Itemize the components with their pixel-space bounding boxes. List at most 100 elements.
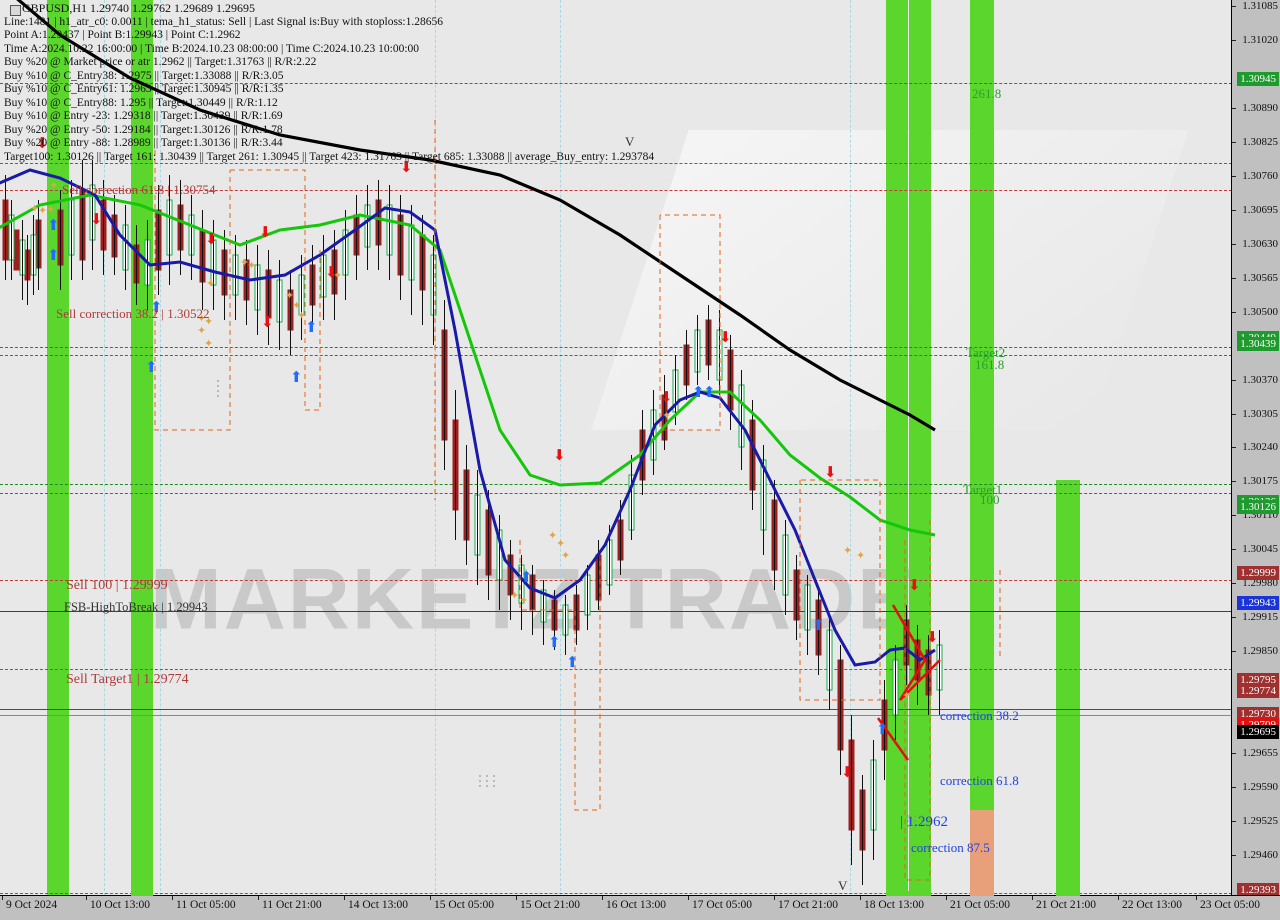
price-tick-label: 1.29590 bbox=[1242, 781, 1278, 794]
price-scale[interactable]: 1.31085 1.31020 1.30890 1.30825 1.30760 1.306… bbox=[1231, 0, 1280, 897]
chart-info-block: GBPUSD,H1 1.29740 1.29762 1.29689 1.2969… bbox=[4, 1, 654, 164]
price-tick-mark bbox=[1232, 277, 1236, 279]
sell-arrow-icon: ⬇ bbox=[841, 763, 854, 781]
price-tick-mark bbox=[1232, 107, 1236, 109]
price-tick-label: 1.29655 bbox=[1242, 747, 1278, 760]
price-tick-mark bbox=[1232, 39, 1236, 41]
sell-arrow-icon: ⬇ bbox=[90, 210, 103, 228]
time-tick-mark bbox=[860, 896, 861, 900]
price-tick-mark bbox=[1232, 447, 1236, 449]
time-tick-label: 10 Oct 13:00 bbox=[90, 899, 151, 911]
price-tick-mark bbox=[1232, 753, 1236, 755]
time-tick-mark bbox=[774, 896, 775, 900]
signal-star-icon: ✦ bbox=[662, 409, 672, 422]
signal-star-icon: ✦ bbox=[856, 549, 866, 562]
time-tick-mark bbox=[1118, 896, 1119, 900]
price-tick-label: 1.30240 bbox=[1242, 441, 1278, 454]
time-tick-mark bbox=[688, 896, 689, 900]
price-tick-label: 1.29850 bbox=[1242, 645, 1278, 658]
info-line: Point A:1.29437 | Point B:1.29943 | Poin… bbox=[4, 29, 241, 41]
time-tick-label: 22 Oct 13:00 bbox=[1122, 899, 1183, 911]
info-line: Buy %10 @ C_Entry61: 1.2963 || Target:1.… bbox=[4, 83, 284, 95]
buy-arrow-icon: ⬆ bbox=[812, 616, 825, 634]
info-line: Time A:2024.10.22 16:00:00 | Time B:2024… bbox=[4, 42, 420, 55]
time-tick-label: 21 Oct 21:00 bbox=[1036, 899, 1097, 911]
time-band bbox=[886, 891, 931, 896]
time-tick-mark bbox=[430, 896, 431, 900]
time-tick-label: 9 Oct 2024 bbox=[6, 899, 58, 911]
price-tick-mark bbox=[1232, 379, 1236, 381]
signal-star-icon: ✦ bbox=[206, 277, 216, 290]
annotation-correction-382: correction 38.2 bbox=[940, 708, 1019, 723]
price-tag[interactable]: 1.29695 bbox=[1237, 725, 1279, 740]
signal-star-icon: ✦ bbox=[197, 324, 207, 337]
price-tag[interactable]: 1.29774 bbox=[1237, 683, 1279, 698]
time-tick-mark bbox=[86, 896, 87, 900]
time-tick-label: 15 Oct 21:00 bbox=[520, 899, 581, 911]
signal-star-icon: ✦ bbox=[510, 589, 520, 602]
price-tick-mark bbox=[1232, 821, 1236, 823]
time-tick-mark bbox=[1196, 896, 1197, 900]
annotation-correction-618: correction 61.8 bbox=[940, 773, 1019, 788]
signal-star-icon: ✦ bbox=[902, 689, 912, 702]
price-tick-mark bbox=[1232, 515, 1236, 517]
marker-v-bottom: V bbox=[838, 878, 848, 893]
annotation-level-1618: 161.8 bbox=[975, 357, 1005, 372]
time-tick-label: 11 Oct 05:00 bbox=[176, 899, 236, 911]
buy-arrow-icon: ⬆ bbox=[47, 216, 60, 234]
price-tick-mark bbox=[1232, 617, 1236, 619]
time-band bbox=[131, 891, 153, 896]
annotation-level-2618: 261.8 bbox=[972, 86, 1002, 101]
price-tag[interactable]: 1.30126 bbox=[1237, 500, 1279, 515]
price-tick-mark bbox=[1232, 787, 1236, 789]
chart-window: MARKETZ TRADE ⬇ ⬆ ⬆ ⬇ ⬆ ⬆ ⬇ ⬇ ⬇ ⬆ ⬆ ⬇ ⬇ … bbox=[0, 0, 1280, 920]
time-tick-label: 11 Oct 21:00 bbox=[262, 899, 322, 911]
buy-arrow-icon: ⬆ bbox=[876, 720, 889, 738]
sell-arrow-icon: ⬇ bbox=[553, 446, 566, 464]
signal-star-icon: ✦ bbox=[297, 309, 307, 322]
price-tag[interactable]: 1.30945 bbox=[1237, 72, 1279, 87]
price-tick-label: 1.30305 bbox=[1242, 407, 1278, 420]
sell-arrow-icon: ⬇ bbox=[261, 313, 274, 331]
signal-star-icon: ✦ bbox=[49, 179, 59, 192]
signal-star-icon: ✦ bbox=[46, 203, 56, 216]
signal-star-icon: ✦ bbox=[204, 337, 214, 350]
annotation-level-100: 100 bbox=[980, 492, 1000, 507]
price-tick-label: 1.29460 bbox=[1242, 848, 1278, 861]
price-tick-mark bbox=[1232, 175, 1236, 177]
time-tick-mark bbox=[516, 896, 517, 900]
info-line: Buy %10 @ C_Entry38: 1.2975 || Target:1.… bbox=[4, 69, 284, 82]
time-tick-mark bbox=[946, 896, 947, 900]
time-tick-mark bbox=[258, 896, 259, 900]
price-tick-label: 1.30370 bbox=[1242, 373, 1278, 386]
annotation-sell-correction-382: Sell correction 38.2 | 1.30522 bbox=[56, 306, 210, 321]
buy-arrow-icon: ⬆ bbox=[520, 568, 533, 586]
sell-arrow-icon: ⬇ bbox=[908, 576, 921, 594]
signal-star-icon: ✦ bbox=[519, 594, 529, 607]
price-tick-mark bbox=[1232, 481, 1236, 483]
time-tick-mark bbox=[602, 896, 603, 900]
price-tag[interactable]: 1.29943 bbox=[1237, 595, 1279, 610]
time-scale[interactable]: 9 Oct 2024 10 Oct 13:00 11 Oct 05:00 11 Oct… bbox=[0, 891, 1280, 920]
price-tag[interactable]: 1.30439 bbox=[1237, 336, 1279, 351]
buy-arrow-icon: ⬆ bbox=[145, 358, 158, 376]
price-tick-label: 1.30630 bbox=[1242, 237, 1278, 250]
price-tick-mark bbox=[1232, 549, 1236, 551]
price-tag[interactable]: 1.29999 bbox=[1237, 566, 1279, 581]
sell-arrow-icon: ⬇ bbox=[824, 463, 837, 481]
price-tick-mark bbox=[1232, 141, 1236, 143]
time-tick-label: 15 Oct 05:00 bbox=[434, 899, 495, 911]
buy-arrow-icon: ⬆ bbox=[566, 653, 579, 671]
price-tick-label: 1.29915 bbox=[1242, 611, 1278, 624]
info-line: Buy %10 @ Entry -23: 1.29318 || Target:1… bbox=[4, 110, 283, 122]
signal-star-icon: ✦ bbox=[843, 544, 853, 557]
price-tick-mark bbox=[1232, 6, 1236, 7]
price-tick-label: 1.30890 bbox=[1242, 101, 1278, 114]
price-tick-label: 1.30045 bbox=[1242, 543, 1278, 556]
sell-arrow-icon: ⬇ bbox=[660, 388, 673, 406]
buy-arrow-icon: ⬆ bbox=[703, 383, 716, 401]
chart-plot-area[interactable]: MARKETZ TRADE ⬇ ⬆ ⬆ ⬇ ⬆ ⬆ ⬇ ⬇ ⬇ ⬆ ⬆ ⬇ ⬇ … bbox=[0, 0, 1232, 896]
price-tick-mark bbox=[1232, 243, 1236, 245]
info-line: Buy %20 @ Entry -50: 1.29184 || Target:1… bbox=[4, 123, 283, 136]
time-tick-mark bbox=[1032, 896, 1033, 900]
